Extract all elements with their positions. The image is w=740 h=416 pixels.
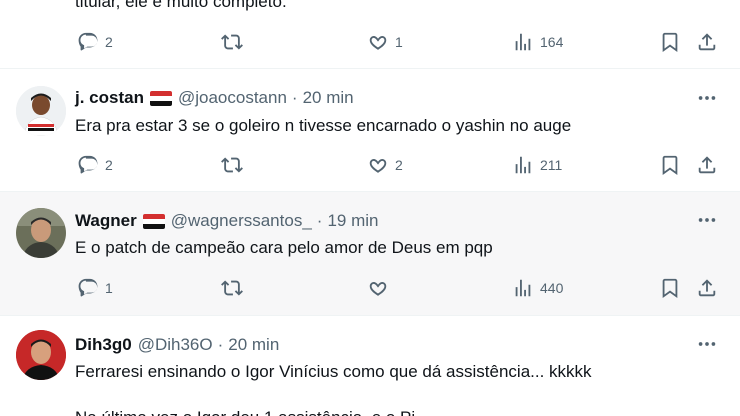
separator-dot: · [316, 211, 323, 230]
share-icon [696, 277, 718, 299]
reply-icon [77, 277, 99, 299]
heart-icon [367, 277, 389, 299]
post-time[interactable]: 20 min [228, 335, 279, 355]
post-text: E o patch de campeão cara pelo amor de D… [75, 238, 493, 257]
bookmark-button[interactable] [659, 154, 681, 176]
more-button[interactable] [696, 87, 718, 109]
reply-button[interactable]: 2 [77, 31, 113, 53]
reply-button[interactable]: 2 [77, 154, 113, 176]
user-name[interactable]: j. costan [75, 88, 144, 108]
views-icon [512, 31, 534, 53]
share-button[interactable] [696, 31, 718, 53]
post[interactable]: Dih3g0 @Dih36O · 20 min Ferraresi ensina… [0, 316, 740, 416]
user-handle[interactable]: @Dih36O [138, 335, 213, 355]
reply-icon [77, 154, 99, 176]
flag-icon [142, 213, 165, 229]
post-text: Ferraresi ensinando o Igor Vinícius como… [75, 362, 592, 381]
views-count: 211 [540, 157, 563, 173]
separator-dot: · [217, 335, 224, 354]
user-handle[interactable]: @wagnerssantos_ [171, 211, 312, 231]
share-button[interactable] [696, 277, 718, 299]
post-text-line-2: Na última vez o Igor deu 1 assistência, … [75, 408, 429, 416]
repost-icon [221, 154, 243, 176]
post-text: Era pra estar 3 se o goleiro n tivesse e… [75, 116, 572, 135]
heart-icon [367, 31, 389, 53]
more-button[interactable] [696, 209, 718, 231]
like-button[interactable]: 1 [367, 31, 403, 53]
user-handle[interactable]: @joaocostann [178, 88, 287, 108]
bookmark-icon [659, 31, 681, 53]
repost-icon [221, 31, 243, 53]
bookmark-button[interactable] [659, 277, 681, 299]
views-button[interactable]: 211 [512, 154, 562, 176]
more-icon [698, 342, 716, 346]
post[interactable]: j. costan @joaocostann · 20 min Era pra … [0, 69, 740, 191]
reply-icon [77, 31, 99, 53]
repost-button[interactable] [221, 31, 243, 53]
views-count: 164 [540, 34, 564, 50]
views-icon [512, 277, 534, 299]
post[interactable]: Wagner @wagnerssantos_ · 19 min E o patc… [0, 192, 740, 315]
share-icon [696, 31, 718, 53]
separator-dot: · [291, 88, 298, 107]
post-text: titular, ele é muito completo. [75, 0, 287, 11]
user-name[interactable]: Wagner [75, 211, 137, 231]
user-name[interactable]: Dih3g0 [75, 335, 132, 355]
like-count: 1 [395, 34, 403, 50]
views-button[interactable]: 164 [512, 31, 563, 53]
flag-icon [149, 90, 172, 106]
reply-count: 1 [105, 280, 113, 296]
bookmark-icon [659, 154, 681, 176]
views-count: 440 [540, 280, 564, 296]
reply-count: 2 [105, 34, 113, 50]
heart-icon [367, 154, 389, 176]
reply-count: 2 [105, 157, 113, 173]
post-partial[interactable]: titular, ele é muito completo. 2 1 164 [0, 0, 740, 68]
views-icon [512, 154, 534, 176]
repost-button[interactable] [221, 277, 243, 299]
avatar[interactable] [16, 208, 66, 258]
like-button[interactable] [367, 277, 389, 299]
share-icon [696, 154, 718, 176]
like-button[interactable]: 2 [367, 154, 403, 176]
bookmark-button[interactable] [659, 31, 681, 53]
share-button[interactable] [696, 154, 718, 176]
avatar[interactable] [16, 86, 66, 136]
repost-icon [221, 277, 243, 299]
reply-button[interactable]: 1 [77, 277, 113, 299]
post-time[interactable]: 19 min [327, 211, 378, 231]
more-button[interactable] [696, 333, 718, 355]
more-icon [698, 218, 716, 222]
avatar[interactable] [16, 330, 66, 380]
like-count: 2 [395, 157, 403, 173]
post-time[interactable]: 20 min [303, 88, 354, 108]
views-button[interactable]: 440 [512, 277, 563, 299]
more-icon [698, 96, 716, 100]
bookmark-icon [659, 277, 681, 299]
repost-button[interactable] [221, 154, 243, 176]
